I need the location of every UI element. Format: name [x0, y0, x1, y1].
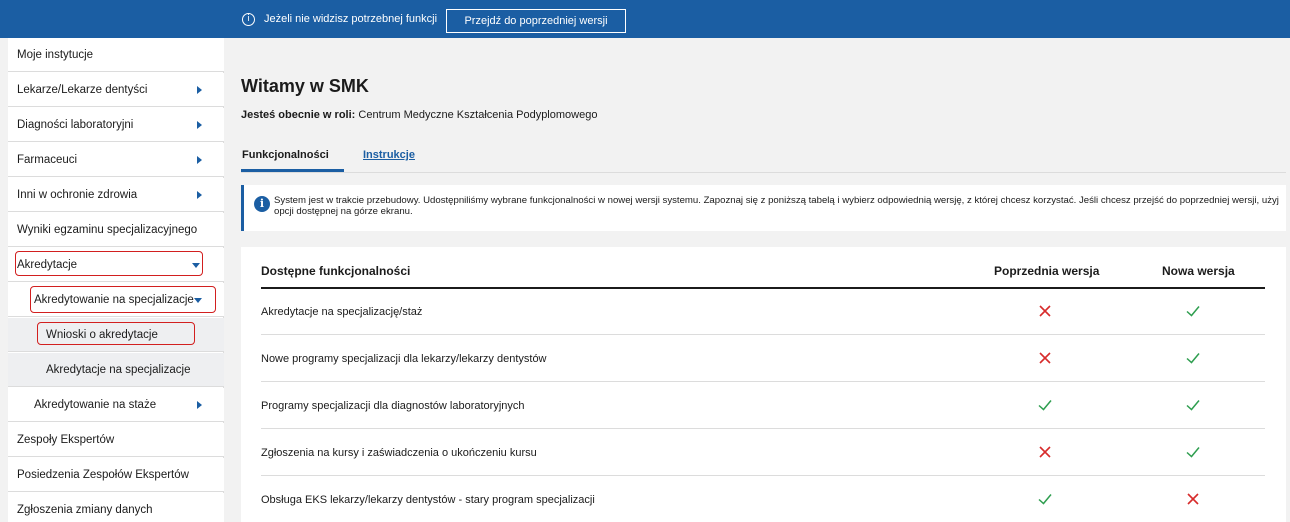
- main-content: Witamy w SMK Jesteś obecnie w roli: Cent…: [225, 38, 1290, 522]
- check-icon: [1184, 349, 1202, 367]
- table-row: Nowe programy specjalizacji dla lekarzy/…: [261, 336, 1265, 382]
- top-banner: i Jeżeli nie widzisz potrzebnej funkcji …: [0, 0, 1290, 38]
- column-header-functionality: Dostępne funkcjonalności: [261, 264, 411, 278]
- role-line: Jesteś obecnie w roli: Centrum Medyczne …: [241, 109, 597, 121]
- sidebar-item-pharmacists[interactable]: Farmaceuci: [8, 143, 224, 177]
- tabs-divider: [241, 172, 1286, 173]
- check-icon: [1036, 396, 1054, 414]
- table-row: Obsługa EKS lekarzy/lekarzy dentystów - …: [261, 477, 1265, 522]
- sidebar-item-other-health[interactable]: Inni w ochronie zdrowia: [8, 178, 224, 212]
- check-icon: [1184, 443, 1202, 461]
- chevron-right-icon: [197, 156, 202, 164]
- functionality-name: Obsługa EKS lekarzy/lekarzy dentystów - …: [261, 494, 595, 506]
- alert-text: System jest w trakcie przebudowy. Udostę…: [274, 195, 1279, 217]
- role-value: Centrum Medyczne Kształcenia Podyplomowe…: [355, 109, 598, 121]
- check-icon: [1036, 490, 1054, 508]
- highlight-box: [30, 286, 216, 313]
- functionality-name: Nowe programy specjalizacji dla lekarzy/…: [261, 353, 547, 365]
- column-header-previous-version: Poprzednia wersja: [994, 264, 1100, 278]
- chevron-right-icon: [197, 121, 202, 129]
- chevron-right-icon: [197, 401, 202, 409]
- functionality-name: Programy specjalizacji dla diagnostów la…: [261, 400, 525, 412]
- functionality-name: Akredytacje na specjalizację/staż: [261, 306, 423, 318]
- table-row: Akredytacje na specjalizację/staż: [261, 289, 1265, 335]
- table-row: Zgłoszenia na kursy i zaświadczenia o uk…: [261, 430, 1265, 476]
- functionality-name: Zgłoszenia na kursy i zaświadczenia o uk…: [261, 447, 537, 459]
- role-label: Jesteś obecnie w roli:: [241, 109, 356, 121]
- cross-icon: [1184, 490, 1202, 508]
- check-icon: [1184, 302, 1202, 320]
- chevron-right-icon: [197, 191, 202, 199]
- sidebar-item-label: Lekarze/Lekarze dentyści: [17, 84, 148, 96]
- sidebar-item-label: Diagności laboratoryjni: [17, 119, 134, 131]
- tab-instructions[interactable]: Instrukcje: [363, 149, 415, 161]
- table-row: Programy specjalizacji dla diagnostów la…: [261, 383, 1265, 429]
- check-icon: [1184, 396, 1202, 414]
- tab-functionalities[interactable]: Funkcjonalności: [242, 149, 329, 161]
- highlight-box: [15, 251, 203, 276]
- sidebar-item-label: Inni w ochronie zdrowia: [17, 189, 138, 201]
- banner-message: Jeżeli nie widzisz potrzebnej funkcji: [264, 13, 438, 25]
- sidebar-item-label: Zespoły Ekspertów: [17, 434, 115, 446]
- cross-icon: [1036, 349, 1054, 367]
- sidebar-item-doctors[interactable]: Lekarze/Lekarze dentyści: [8, 73, 224, 107]
- sidebar-item-label: Zgłoszenia zmiany danych: [17, 504, 153, 516]
- sidebar-item-label: Akredytacje na specjalizacje: [46, 364, 191, 376]
- sidebar-item-label: Akredytowanie na staże: [34, 399, 157, 411]
- previous-version-button[interactable]: Przejdź do poprzedniej wersji: [446, 9, 626, 33]
- sidebar-item-label: Wyniki egzaminu specjalizacyjnego: [17, 224, 198, 236]
- sidebar-item-data-change-requests[interactable]: Zgłoszenia zmiany danych: [8, 493, 224, 522]
- sidebar-item-accrediting-internships[interactable]: Akredytowanie na staże: [8, 388, 224, 422]
- highlight-box: [37, 322, 195, 345]
- cross-icon: [1036, 443, 1054, 461]
- sidebar-item-label: Moje instytucje: [17, 49, 94, 61]
- sidebar-item-specialization-accreditations[interactable]: Akredytacje na specjalizacje: [8, 353, 224, 387]
- info-alert: i System jest w trakcie przebudowy. Udos…: [241, 185, 1286, 231]
- sidebar-item-label: Posiedzenia Zespołów Ekspertów: [17, 469, 189, 481]
- info-icon: i: [254, 196, 270, 212]
- functionality-table: Dostępne funkcjonalności Poprzednia wers…: [241, 247, 1286, 522]
- cross-icon: [1036, 302, 1054, 320]
- active-tab-indicator: [241, 169, 344, 172]
- page-title: Witamy w SMK: [241, 76, 369, 96]
- sidebar-item-exam-results[interactable]: Wyniki egzaminu specjalizacyjnego: [8, 213, 224, 247]
- sidebar: Moje instytucje Lekarze/Lekarze dentyści…: [8, 38, 224, 522]
- column-header-new-version: Nowa wersja: [1162, 264, 1235, 278]
- sidebar-item-expert-team-meetings[interactable]: Posiedzenia Zespołów Ekspertów: [8, 458, 224, 492]
- info-icon: i: [242, 13, 255, 26]
- sidebar-item-expert-teams[interactable]: Zespoły Ekspertów: [8, 423, 224, 457]
- sidebar-item-lab-diagnosticians[interactable]: Diagności laboratoryjni: [8, 108, 224, 142]
- sidebar-item-my-institutions[interactable]: Moje instytucje: [8, 38, 224, 72]
- sidebar-item-label: Farmaceuci: [17, 154, 78, 166]
- chevron-right-icon: [197, 86, 202, 94]
